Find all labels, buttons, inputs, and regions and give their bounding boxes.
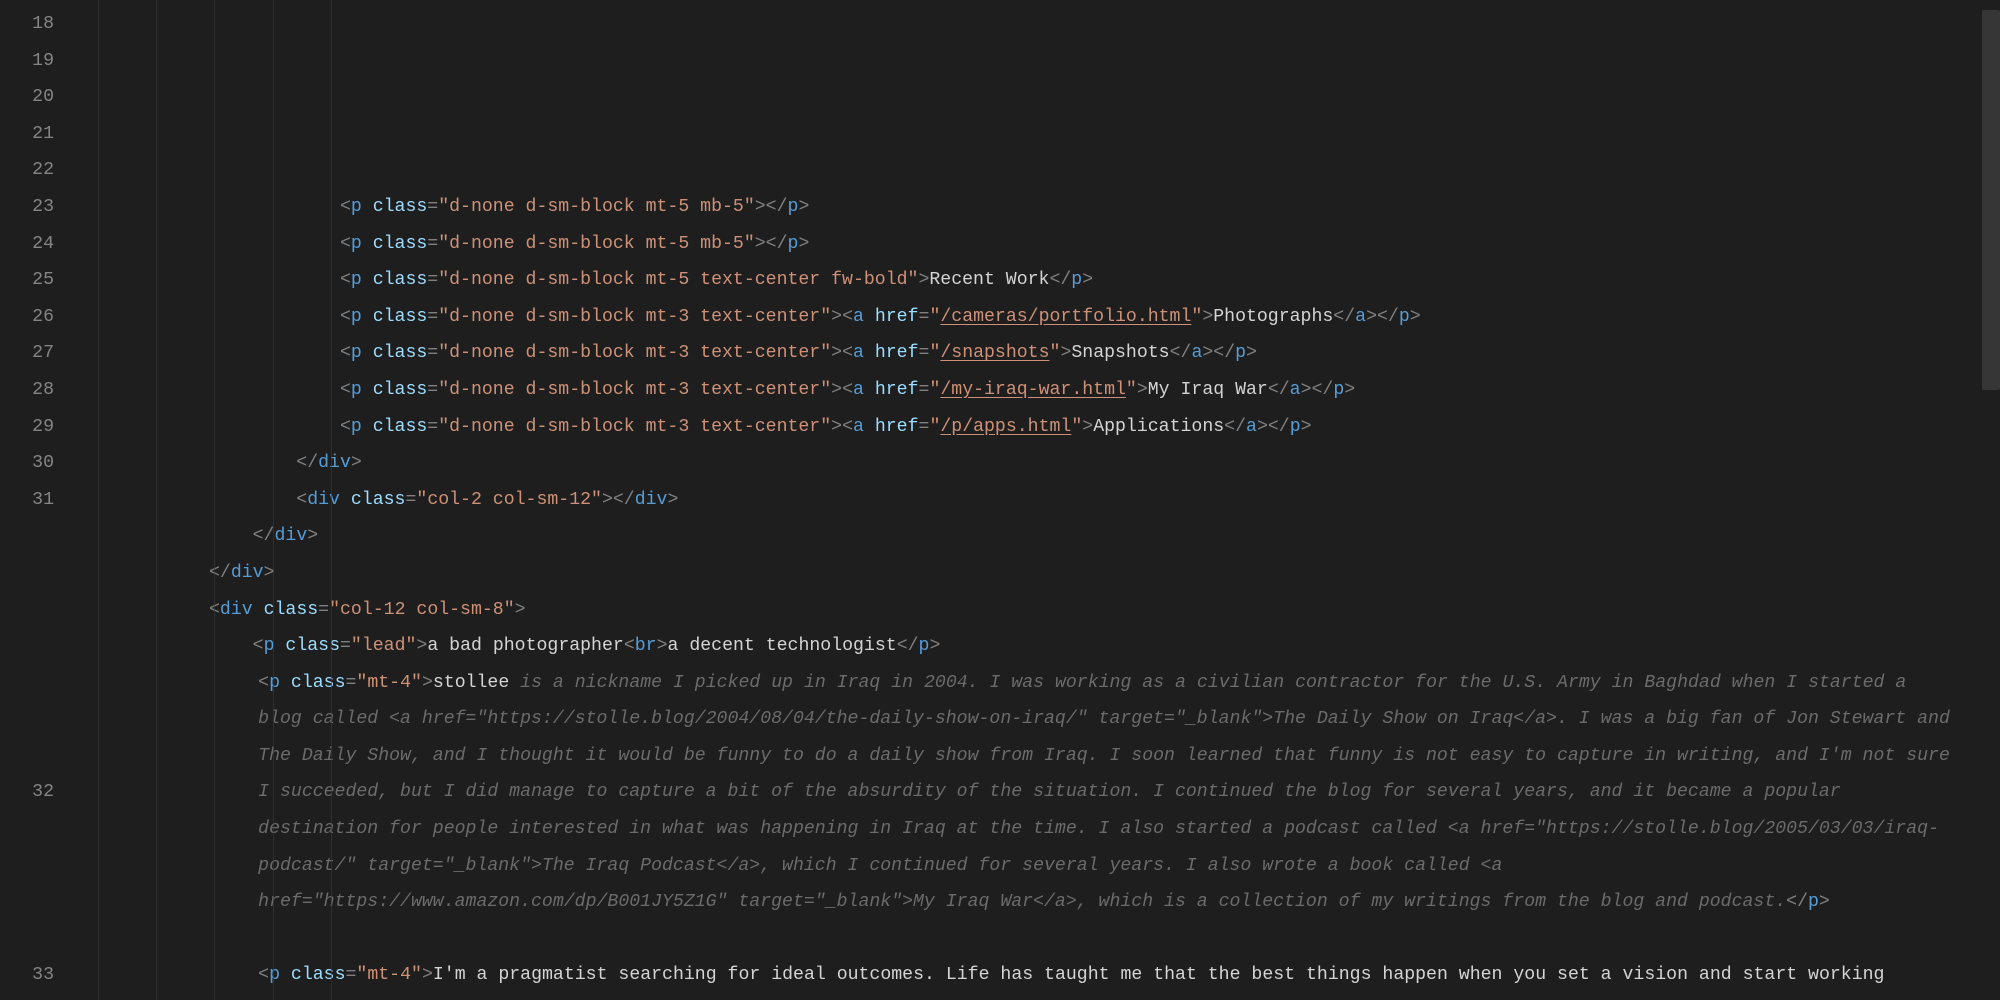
line-number: 30 — [0, 445, 54, 482]
code-line[interactable]: <p class="d-none d-sm-block mt-3 text-ce… — [78, 409, 2000, 446]
line-number: 26 — [0, 299, 54, 336]
line-number: 21 — [0, 116, 54, 153]
code-line[interactable]: <p class="d-none d-sm-block mt-3 text-ce… — [78, 372, 2000, 409]
code-area[interactable]: <p class="d-none d-sm-block mt-5 mb-5"><… — [78, 0, 2000, 1000]
indent-guide — [98, 0, 99, 1000]
code-line[interactable]: <p class="d-none d-sm-block mt-5 mb-5"><… — [78, 226, 2000, 263]
line-number: 22 — [0, 152, 54, 189]
line-number: 28 — [0, 372, 54, 409]
code-line[interactable]: <p class="mt-4">I'm a pragmatist searchi… — [78, 957, 2000, 1000]
code-editor[interactable]: 1819202122232425262728293031 32 33 <p clas… — [0, 0, 2000, 1000]
minimap[interactable] — [1980, 0, 2000, 1000]
code-line[interactable]: <div class="col-2 col-sm-12"></div> — [78, 482, 2000, 519]
line-number: 33 — [0, 957, 54, 994]
line-number: 31 — [0, 482, 54, 519]
code-line[interactable]: </div> — [78, 555, 2000, 592]
line-number: 25 — [0, 262, 54, 299]
indent-guide — [331, 0, 332, 1000]
code-line[interactable]: <p class="d-none d-sm-block mt-3 text-ce… — [78, 335, 2000, 372]
line-number: 32 — [0, 774, 54, 811]
line-number: 18 — [0, 6, 54, 43]
line-number: 29 — [0, 409, 54, 446]
minimap-thumb[interactable] — [1982, 10, 2000, 390]
line-number: 19 — [0, 43, 54, 80]
code-line[interactable]: <p class="d-none d-sm-block mt-5 text-ce… — [78, 262, 2000, 299]
code-line[interactable]: <p class="d-none d-sm-block mt-3 text-ce… — [78, 299, 2000, 336]
code-line[interactable]: <p class="mt-4">stollee is a nickname I … — [78, 665, 2000, 958]
line-number: 23 — [0, 189, 54, 226]
indent-guide — [214, 0, 215, 1000]
code-line[interactable]: <p class="d-none d-sm-block mt-5 mb-5"><… — [78, 189, 2000, 226]
code-line[interactable]: </div> — [78, 445, 2000, 482]
indent-guide — [273, 0, 274, 1000]
line-number: 24 — [0, 226, 54, 263]
indent-guide — [156, 0, 157, 1000]
code-line[interactable]: </div> — [78, 518, 2000, 555]
code-line[interactable]: <p class="lead">a bad photographer<br>a … — [78, 628, 2000, 665]
code-line[interactable]: <div class="col-12 col-sm-8"> — [78, 592, 2000, 629]
line-number: 20 — [0, 79, 54, 116]
line-number: 27 — [0, 335, 54, 372]
line-number-gutter: 1819202122232425262728293031 32 33 — [0, 0, 78, 1000]
